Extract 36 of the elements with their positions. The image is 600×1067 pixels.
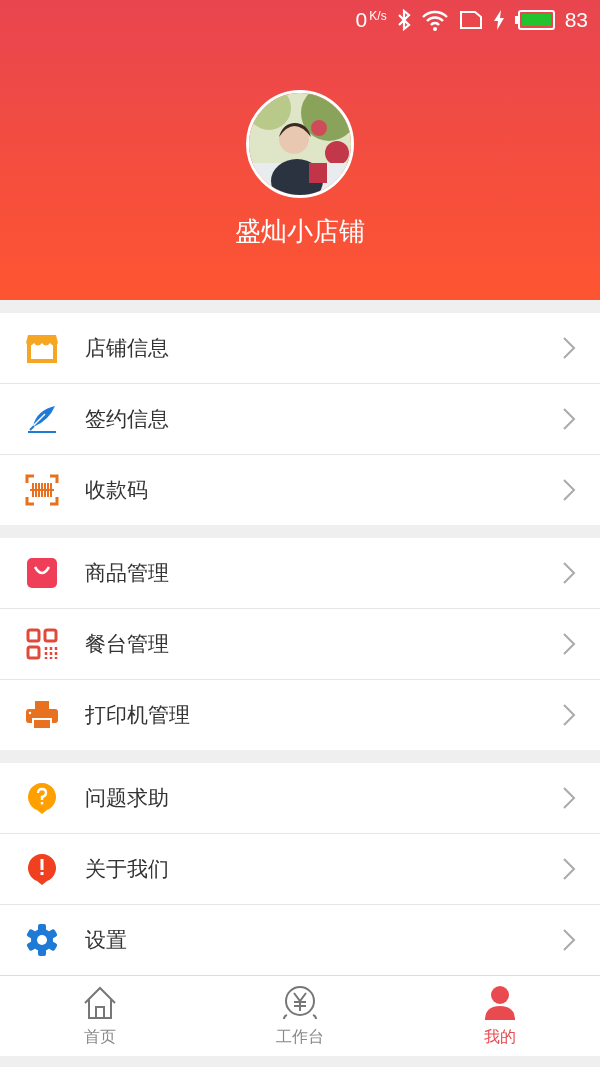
shop-name: 盛灿小店铺 <box>235 215 365 248</box>
menu-item[interactable]: 收款码 <box>0 454 600 525</box>
qr-code-icon <box>25 627 59 661</box>
menu-item[interactable]: 店铺信息 <box>0 313 600 383</box>
sim-card-icon <box>458 10 483 30</box>
menu-item[interactable]: 商品管理 <box>0 538 600 608</box>
tab[interactable]: 工作台 <box>200 976 400 1056</box>
tab[interactable]: 我的 <box>400 976 600 1056</box>
help-icon <box>25 781 59 815</box>
yen-coin-icon <box>281 984 319 1021</box>
chevron-right-icon <box>562 561 576 585</box>
network-speed: 0 <box>355 8 368 32</box>
menu-item[interactable]: 问题求助 <box>0 763 600 833</box>
shopping-bag-icon <box>25 556 59 590</box>
chevron-right-icon <box>562 632 576 656</box>
chevron-right-icon <box>562 928 576 952</box>
battery-level: 83 <box>564 8 588 32</box>
charging-icon <box>492 10 505 30</box>
chevron-right-icon <box>562 857 576 881</box>
battery-icon <box>514 10 555 30</box>
menu-item[interactable]: 餐台管理 <box>0 608 600 679</box>
alert-icon <box>25 852 59 886</box>
wifi-icon <box>420 9 449 31</box>
chevron-right-icon <box>562 703 576 727</box>
tab[interactable]: 首页 <box>0 976 200 1056</box>
barcode-scan-icon <box>25 473 59 507</box>
chevron-right-icon <box>562 336 576 360</box>
chevron-right-icon <box>562 478 576 502</box>
chevron-right-icon <box>562 407 576 431</box>
menu-item[interactable]: 签约信息 <box>0 383 600 454</box>
chevron-right-icon <box>562 786 576 810</box>
speed-unit: K/s <box>369 9 387 23</box>
bluetooth-icon <box>396 9 411 31</box>
menu-item[interactable]: 关于我们 <box>0 833 600 904</box>
settings-icon <box>25 923 59 957</box>
menu-item[interactable]: 打印机管理 <box>0 679 600 750</box>
